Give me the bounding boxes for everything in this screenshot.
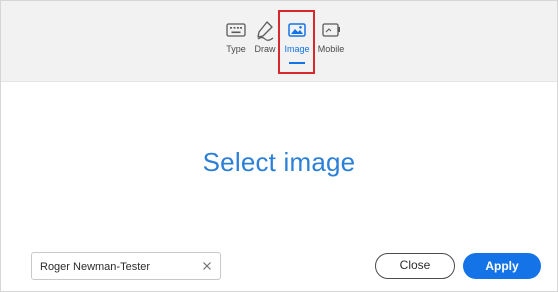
apply-button[interactable]: Apply <box>463 253 541 279</box>
tab-draw[interactable]: Draw <box>248 11 282 67</box>
clear-icon[interactable] <box>200 259 214 273</box>
active-tab-indicator <box>289 62 305 64</box>
signer-name-field <box>31 252 221 280</box>
tab-mobile-label: Mobile <box>317 44 345 54</box>
select-image-heading[interactable]: Select image <box>1 147 557 178</box>
image-icon <box>288 23 306 37</box>
pen-signature-icon <box>257 21 274 41</box>
mobile-icon <box>322 23 340 37</box>
signer-name-input[interactable] <box>40 258 190 275</box>
tab-image[interactable]: Image <box>280 11 314 67</box>
tab-mobile[interactable]: Mobile <box>314 11 348 67</box>
keyboard-icon <box>226 23 246 37</box>
tab-image-label: Image <box>284 44 310 54</box>
signature-dialog: Type Draw Image Mobile Select image Roge… <box>0 0 558 292</box>
tab-draw-label: Draw <box>254 44 276 54</box>
signature-mode-tabs: Type Draw Image Mobile <box>1 1 557 82</box>
close-button[interactable]: Close <box>375 253 455 279</box>
